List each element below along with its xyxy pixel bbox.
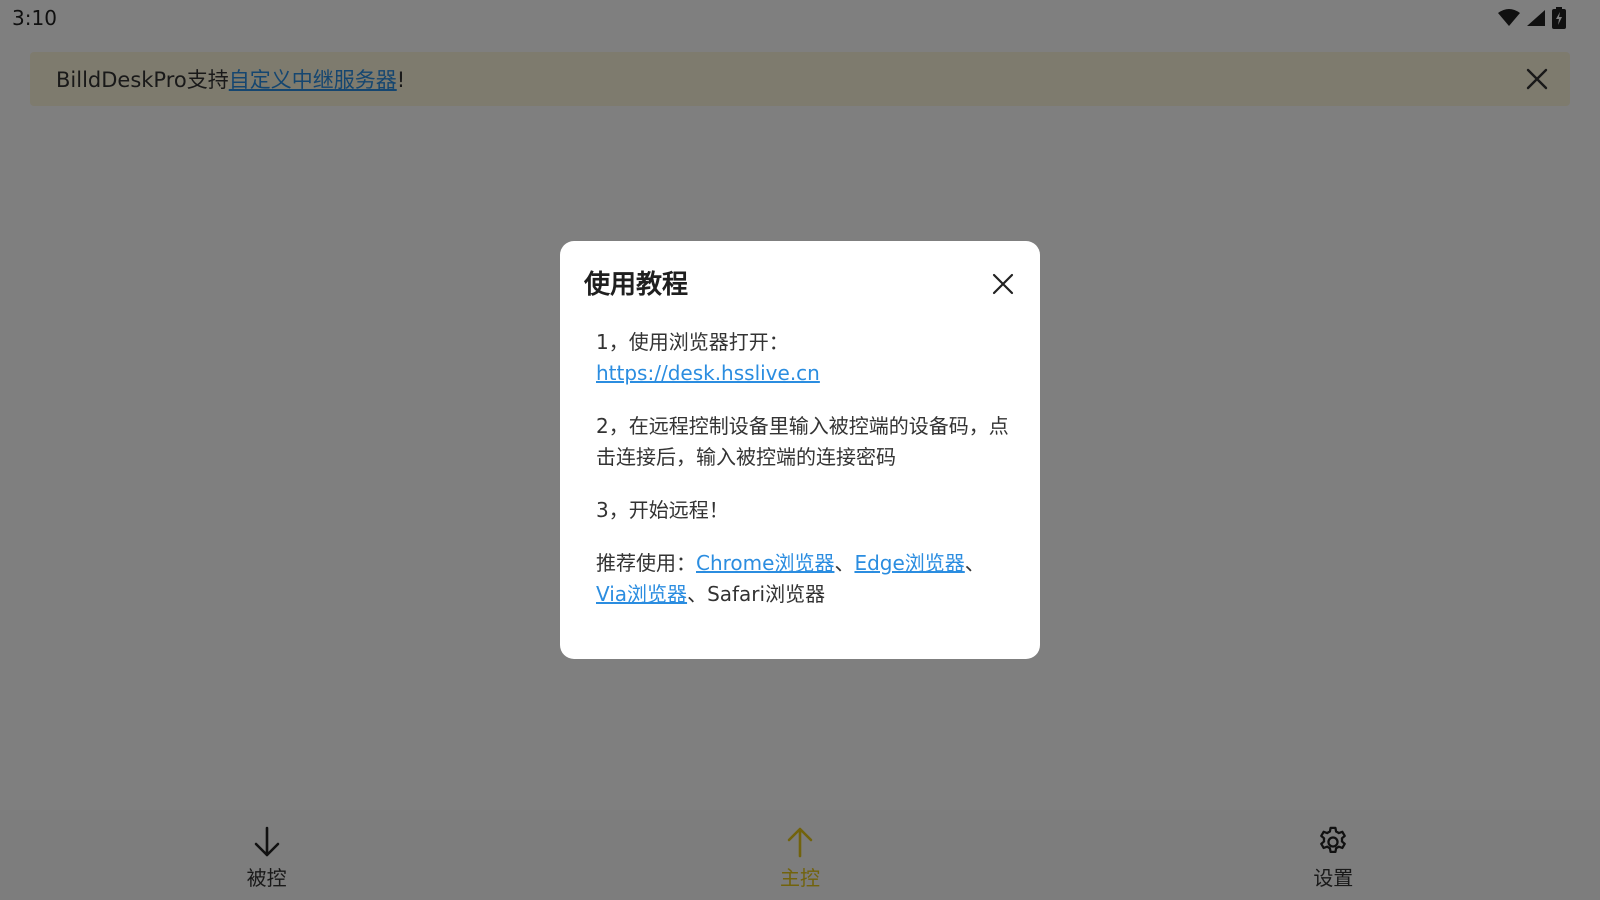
dialog-title: 使用教程 xyxy=(584,270,689,300)
recommend-label: 推荐使用： xyxy=(596,551,696,575)
safari-browser-text: Safari浏览器 xyxy=(707,582,826,606)
step-1: 1，使用浏览器打开： https://desk.hsslive.cn xyxy=(596,327,1016,389)
recommend-browsers: 推荐使用：Chrome浏览器、Edge浏览器、 Via浏览器、Safari浏览器 xyxy=(596,548,1016,610)
dialog-close-button[interactable] xyxy=(988,269,1018,299)
dialog-body: 1，使用浏览器打开： https://desk.hsslive.cn 2，在远程… xyxy=(584,327,1016,610)
step-1-text: 1，使用浏览器打开： xyxy=(596,330,789,354)
separator: 、 xyxy=(687,582,708,606)
step-2: 2，在远程控制设备里输入被控端的设备码，点击连接后，输入被控端的连接密码 xyxy=(596,411,1016,473)
app-root: 3:10 BilldDeskPro支持自定义中继服务器! xyxy=(0,0,1600,900)
chrome-browser-link[interactable]: Chrome浏览器 xyxy=(696,551,834,575)
via-browser-link[interactable]: Via浏览器 xyxy=(596,582,687,606)
separator: 、 xyxy=(964,551,985,575)
edge-browser-link[interactable]: Edge浏览器 xyxy=(854,551,964,575)
step-3-text: 3，开始远程！ xyxy=(596,498,729,522)
tutorial-dialog: 使用教程 1，使用浏览器打开： https://desk.hsslive.cn … xyxy=(560,241,1040,659)
close-icon xyxy=(992,273,1014,295)
step-2-text: 2，在远程控制设备里输入被控端的设备码，点击连接后，输入被控端的连接密码 xyxy=(596,414,1009,469)
desk-url-link[interactable]: https://desk.hsslive.cn xyxy=(596,361,820,385)
separator: 、 xyxy=(834,551,855,575)
step-3: 3，开始远程！ xyxy=(596,495,1016,526)
